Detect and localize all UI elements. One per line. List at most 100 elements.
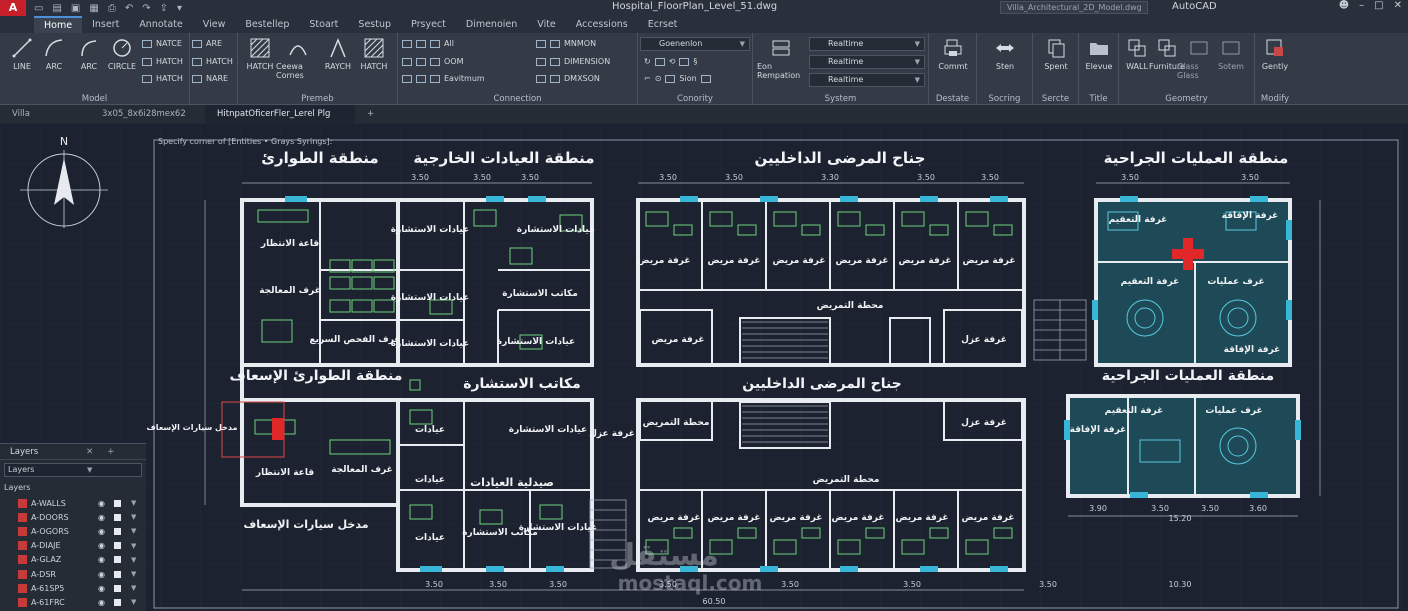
panel-title-title[interactable]: Title (1079, 94, 1118, 104)
lock-icon[interactable] (114, 542, 121, 550)
file-tab-2[interactable]: 3x05_8x6i28mex62 (90, 105, 205, 123)
panel-title-system[interactable]: System (753, 94, 928, 104)
connection-row-3[interactable]: Eavitmum (402, 74, 485, 83)
visibility-eye-icon[interactable]: ◉ (98, 527, 105, 536)
add-icon[interactable]: + (107, 447, 114, 457)
layer-row[interactable]: A-DIAJE ◉ ▼ (0, 539, 146, 553)
search-input[interactable]: Villa_Architectural_2D_Model.dwg (1000, 1, 1148, 14)
panel-title-model[interactable]: Model (0, 94, 189, 104)
nare-tool[interactable]: NARE (192, 74, 228, 83)
realtime-combo-3[interactable]: Realtime ▼ (809, 73, 925, 87)
hatch-tool-2[interactable]: HATCH (142, 74, 183, 83)
circle-tool[interactable]: CIRCLE (100, 37, 144, 71)
spent-tool[interactable]: Spent (1034, 37, 1078, 71)
save-as-icon[interactable]: ▦ (89, 3, 98, 14)
tab-vite[interactable]: Vite (527, 16, 566, 33)
layer-filter-combo[interactable]: Layers ▼ (4, 463, 142, 477)
chevron-down-icon[interactable]: ▼ (131, 542, 136, 550)
layer-color-swatch[interactable] (18, 583, 27, 593)
eon-rempation-tool[interactable]: Eon Rempation (757, 37, 805, 80)
panel-title-destate[interactable]: Destate (929, 94, 976, 104)
layer-row[interactable]: A-61SP5 ◉ ▼ (0, 581, 146, 595)
share-icon[interactable]: ⇪ (160, 3, 168, 14)
visibility-eye-icon[interactable]: ◉ (98, 499, 105, 508)
hatch-tool[interactable]: HATCH (142, 57, 183, 66)
chevron-down-icon[interactable]: ▼ (131, 584, 136, 592)
visibility-eye-icon[interactable]: ◉ (98, 584, 105, 593)
lock-icon[interactable] (114, 598, 121, 606)
layer-row[interactable]: A-WALLS ◉ ▼ (0, 496, 146, 510)
layer-color-swatch[interactable] (18, 541, 27, 551)
conority-combo[interactable]: Goenenlon ▼ (640, 37, 750, 51)
connection-row-2[interactable]: OOM (402, 57, 464, 66)
curves-tool[interactable]: Ceewa Cornes (276, 37, 320, 80)
lock-icon[interactable] (114, 556, 121, 564)
drawing-canvas[interactable]: N 3.50 3.50 3.50 3.50 3.50 3.30 3.50 3.5… (0, 123, 1408, 611)
conority-row-1[interactable]: ↻ ⟲ § (644, 57, 697, 66)
layer-row[interactable]: A-DSR ◉ ▼ (0, 567, 146, 581)
new-file-icon[interactable]: ▭ (34, 3, 43, 14)
panel-title-modify[interactable]: Modify (1255, 94, 1295, 104)
conority-row-2[interactable]: ⌐ ⊙ Sion (644, 74, 711, 83)
layer-row[interactable]: A-OGORS ◉ ▼ (0, 524, 146, 538)
layer-color-swatch[interactable] (18, 498, 27, 508)
print-icon[interactable]: ⎙ (108, 3, 116, 14)
open-file-icon[interactable]: ▤ (52, 3, 61, 14)
panel-title-sercte[interactable]: Sercte (1033, 94, 1078, 104)
chevron-down-icon[interactable]: ▼ (131, 556, 136, 564)
close-icon[interactable]: ✕ (1394, 0, 1402, 11)
tab-bestellep[interactable]: Bestellep (235, 16, 299, 33)
tab-home[interactable]: Home (34, 16, 83, 33)
layer-color-swatch[interactable] (18, 555, 27, 565)
lock-icon[interactable] (114, 513, 121, 521)
lock-icon[interactable] (114, 499, 121, 507)
connection-row-1[interactable]: All (402, 39, 454, 48)
are-tool[interactable]: ARE (192, 39, 222, 48)
lock-icon[interactable] (114, 527, 121, 535)
dropdown-icon[interactable]: ▾ (177, 3, 182, 14)
visibility-eye-icon[interactable]: ◉ (98, 541, 105, 550)
layer-color-swatch[interactable] (18, 526, 27, 536)
tab-annotate[interactable]: Annotate (129, 16, 192, 33)
tab-sestup[interactable]: Sestup (348, 16, 401, 33)
chevron-down-icon[interactable]: ▼ (131, 499, 136, 507)
panel-title-geometry[interactable]: Geometry (1119, 94, 1254, 104)
file-tab-villa[interactable]: Villa (0, 105, 90, 123)
tab-prsyect[interactable]: Prsyect (401, 16, 456, 33)
layer-color-swatch[interactable] (18, 512, 27, 522)
layer-color-swatch[interactable] (18, 597, 27, 607)
minimize-icon[interactable]: – (1359, 0, 1364, 11)
redo-icon[interactable]: ↷ (142, 3, 150, 14)
panel-title-premeb[interactable]: Premeb (238, 94, 397, 104)
lock-icon[interactable] (114, 584, 121, 592)
commit-tool[interactable]: Commt (931, 37, 975, 71)
panel-title-connection[interactable]: Connection (398, 94, 637, 104)
hatch-tool-5[interactable]: HATCH (352, 37, 396, 71)
layer-row[interactable]: A-DOORS ◉ ▼ (0, 510, 146, 524)
tab-stoart[interactable]: Stoart (299, 16, 348, 33)
tab-view[interactable]: View (193, 16, 236, 33)
layer-color-swatch[interactable] (18, 569, 27, 579)
gently-tool[interactable]: Gently (1253, 37, 1297, 71)
sten-tool[interactable]: Sten (983, 37, 1027, 71)
maximize-icon[interactable]: □ (1374, 0, 1383, 11)
realtime-combo-2[interactable]: Realtime ▼ (809, 55, 925, 69)
save-icon[interactable]: ▣ (71, 3, 80, 14)
visibility-eye-icon[interactable]: ◉ (98, 598, 105, 607)
autocad-logo-icon[interactable]: A (0, 0, 26, 16)
tab-insert[interactable]: Insert (82, 16, 129, 33)
new-tab-plus-icon[interactable]: + (355, 105, 386, 123)
realtime-combo-1[interactable]: Realtime ▼ (809, 37, 925, 51)
chevron-down-icon[interactable]: ▼ (131, 527, 136, 535)
lock-icon[interactable] (114, 570, 121, 578)
dmxson-tool[interactable]: DMXSON (536, 74, 600, 83)
panel-title-socring[interactable]: Socring (977, 94, 1032, 104)
natce-tool[interactable]: NATCE (142, 39, 182, 48)
command-prompt[interactable]: Specify corner of [Entities • Grays Syri… (158, 137, 332, 146)
visibility-eye-icon[interactable]: ◉ (98, 513, 105, 522)
undo-icon[interactable]: ↶ (125, 3, 133, 14)
tab-accessions[interactable]: Accessions (566, 16, 638, 33)
close-icon[interactable]: ✕ (86, 447, 93, 457)
tab-dimenoien[interactable]: Dimenoien (456, 16, 527, 33)
visibility-eye-icon[interactable]: ◉ (98, 555, 105, 564)
